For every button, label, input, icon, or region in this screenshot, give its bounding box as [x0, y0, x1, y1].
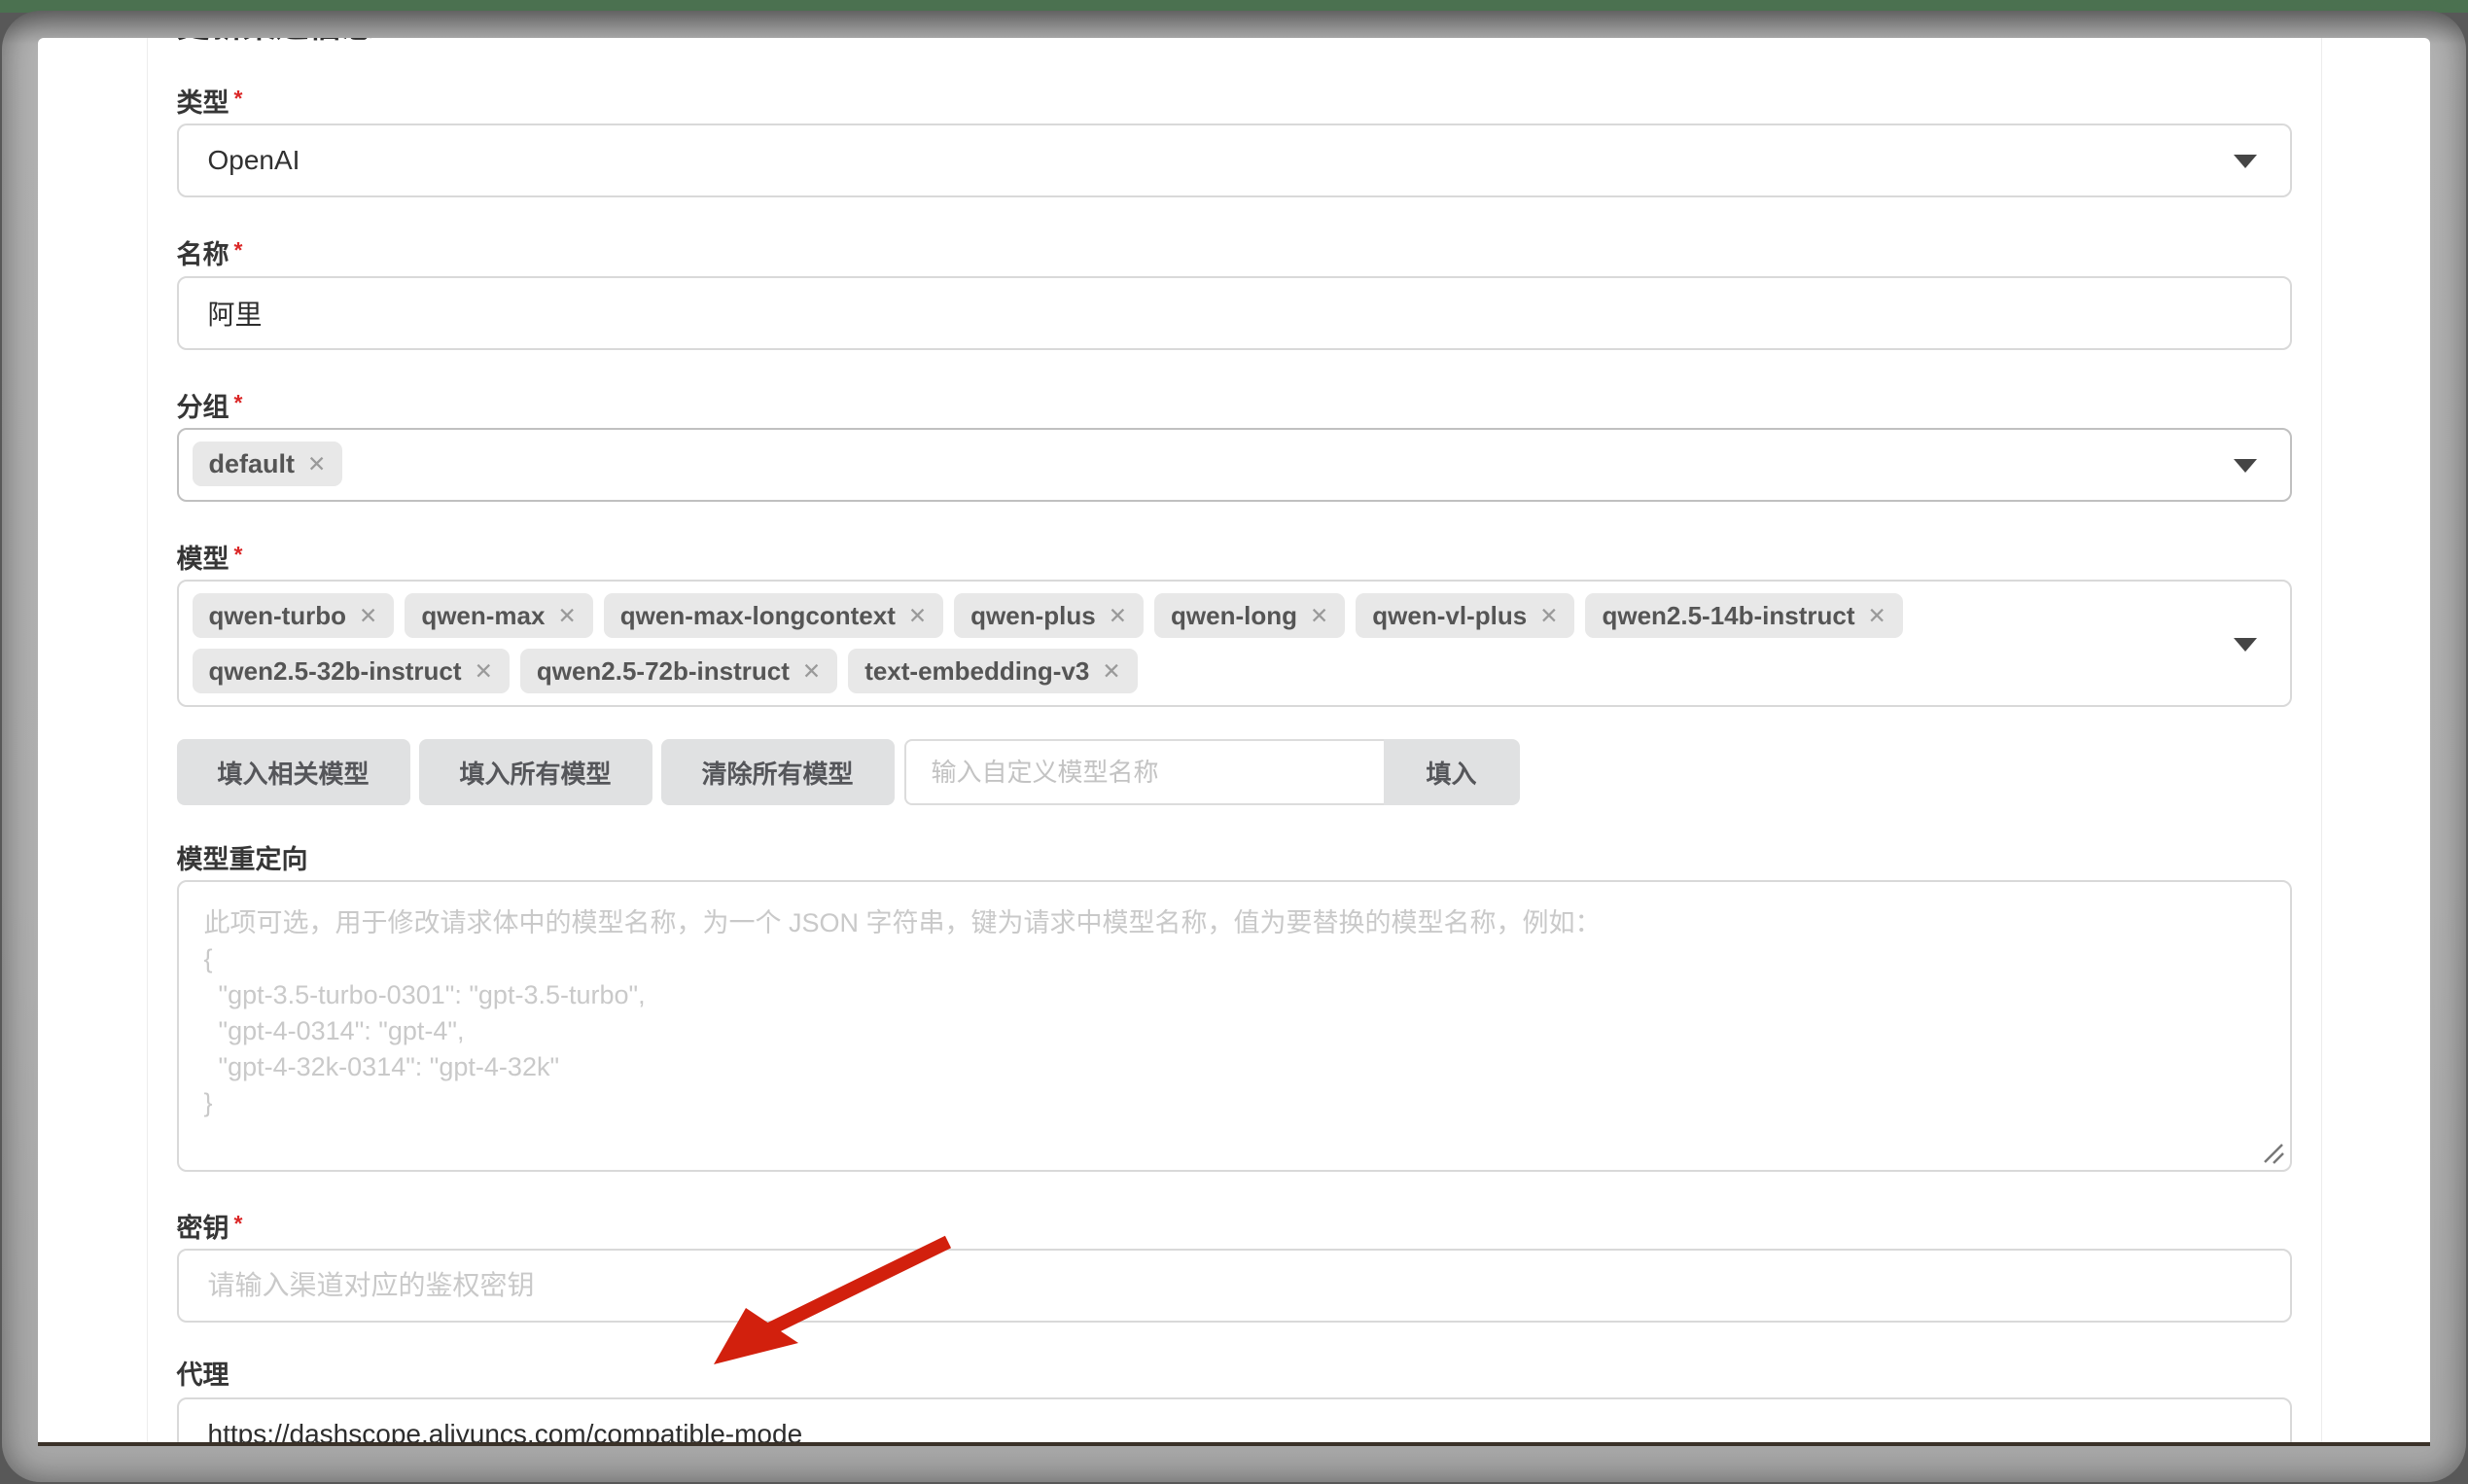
key-field-label: 密钥* [177, 1207, 2292, 1245]
group-tag[interactable]: default ✕ [193, 442, 343, 486]
remove-tag-icon[interactable]: ✕ [1868, 603, 1886, 629]
page-title: 更新渠道信息 [177, 38, 2292, 46]
model-tag[interactable]: text-embedding-v3 ✕ [848, 649, 1137, 693]
model-mapping-label-text: 模型重定向 [177, 845, 308, 874]
group-multiselect[interactable]: default ✕ [177, 428, 2292, 502]
channel-form-page: 更新渠道信息 类型* OpenAI 名称* 分组* [38, 38, 2430, 1446]
model-tag-label: qwen-vl-plus [1372, 601, 1527, 631]
model-tag-label: qwen2.5-14b-instruct [1602, 601, 1854, 631]
fill-related-models-button[interactable]: 填入相关模型 [177, 739, 410, 805]
required-asterisk: * [234, 86, 243, 111]
name-input[interactable] [177, 276, 2292, 350]
models-tag-row-2: qwen2.5-32b-instruct ✕ qwen2.5-72b-instr… [193, 649, 1961, 693]
remove-tag-icon[interactable]: ✕ [307, 451, 326, 477]
group-field-label: 分组* [177, 386, 2292, 424]
proxy-field-label: 代理 [177, 1359, 2292, 1392]
model-tag[interactable]: qwen-turbo ✕ [193, 593, 395, 638]
remove-tag-icon[interactable]: ✕ [1109, 603, 1127, 629]
clear-all-models-button[interactable]: 清除所有模型 [661, 739, 895, 805]
models-tag-rows: qwen-turbo ✕ qwen-max ✕ qwen-m [193, 593, 1961, 693]
required-asterisk: * [234, 390, 243, 415]
group-label-text: 分组 [177, 393, 229, 422]
clipped-page-title: 更新渠道信息 [177, 38, 2292, 46]
proxy-label-text: 代理 [177, 1360, 229, 1390]
model-tag-label: qwen-long [1171, 601, 1297, 631]
chevron-down-icon [2234, 459, 2257, 473]
type-select-value: OpenAI [208, 145, 300, 176]
models-field-label: 模型* [177, 538, 2292, 576]
key-input[interactable] [177, 1249, 2292, 1323]
type-select[interactable]: OpenAI [177, 124, 2292, 197]
type-label-text: 类型 [177, 88, 229, 118]
remove-tag-icon[interactable]: ✕ [359, 603, 377, 629]
model-tag-label: text-embedding-v3 [864, 656, 1089, 687]
model-tag-label: qwen2.5-72b-instruct [537, 656, 790, 687]
custom-model-group: 填入 [904, 739, 1520, 805]
models-tag-row-1: qwen-turbo ✕ qwen-max ✕ qwen-m [193, 593, 1961, 638]
custom-model-input[interactable] [904, 739, 1384, 805]
remove-tag-icon[interactable]: ✕ [802, 658, 821, 685]
model-tag[interactable]: qwen-vl-plus ✕ [1356, 593, 1574, 638]
model-tag[interactable]: qwen-max ✕ [405, 593, 592, 638]
type-field-label: 类型* [177, 82, 2292, 120]
required-asterisk: * [234, 542, 243, 567]
required-asterisk: * [234, 1211, 243, 1236]
model-mapping-textarea[interactable] [177, 880, 2292, 1172]
remove-tag-icon[interactable]: ✕ [1539, 603, 1558, 629]
model-tag[interactable]: qwen2.5-32b-instruct ✕ [193, 649, 510, 693]
model-tag-label: qwen-turbo [209, 601, 347, 631]
group-tag-list: default ✕ [193, 442, 402, 486]
remove-tag-icon[interactable]: ✕ [557, 603, 576, 629]
model-tag-label: qwen-max-longcontext [620, 601, 896, 631]
remove-tag-icon[interactable]: ✕ [475, 658, 493, 685]
chevron-down-icon [2234, 155, 2257, 168]
name-field-label: 名称* [177, 233, 2292, 271]
group-tag-label: default [209, 449, 296, 479]
model-tag-label: qwen-max [421, 601, 545, 631]
proxy-input[interactable] [177, 1397, 2292, 1446]
channel-form-card: 更新渠道信息 类型* OpenAI 名称* 分组* [147, 38, 2322, 1442]
key-label-text: 密钥 [177, 1214, 229, 1243]
model-buttons-row: 填入相关模型 填入所有模型 清除所有模型 填入 [177, 739, 2292, 805]
name-label-text: 名称 [177, 240, 229, 269]
app-window-frame: 更新渠道信息 类型* OpenAI 名称* 分组* [2, 11, 2466, 1482]
model-mapping-area [177, 880, 2292, 1172]
fill-all-models-button[interactable]: 填入所有模型 [419, 739, 652, 805]
model-tag[interactable]: qwen-plus ✕ [954, 593, 1144, 638]
screenshot-root: 更新渠道信息 类型* OpenAI 名称* 分组* [0, 0, 2468, 1484]
model-tag[interactable]: qwen2.5-72b-instruct ✕ [520, 649, 837, 693]
model-tag[interactable]: qwen-long ✕ [1154, 593, 1345, 638]
model-mapping-label: 模型重定向 [177, 843, 2292, 876]
model-tag[interactable]: qwen-max-longcontext ✕ [604, 593, 943, 638]
required-asterisk: * [234, 237, 243, 263]
textarea-resize-handle[interactable] [2259, 1139, 2286, 1166]
models-label-text: 模型 [177, 545, 229, 574]
remove-tag-icon[interactable]: ✕ [1310, 603, 1328, 629]
fill-custom-model-button[interactable]: 填入 [1384, 739, 1520, 805]
remove-tag-icon[interactable]: ✕ [1102, 658, 1120, 685]
model-tag-label: qwen-plus [970, 601, 1096, 631]
model-tag[interactable]: qwen2.5-14b-instruct ✕ [1585, 593, 1902, 638]
model-tag-label: qwen2.5-32b-instruct [209, 656, 462, 687]
chevron-down-icon [2234, 638, 2257, 652]
remove-tag-icon[interactable]: ✕ [908, 603, 927, 629]
models-multiselect[interactable]: qwen-turbo ✕ qwen-max ✕ qwen-m [177, 580, 2292, 707]
